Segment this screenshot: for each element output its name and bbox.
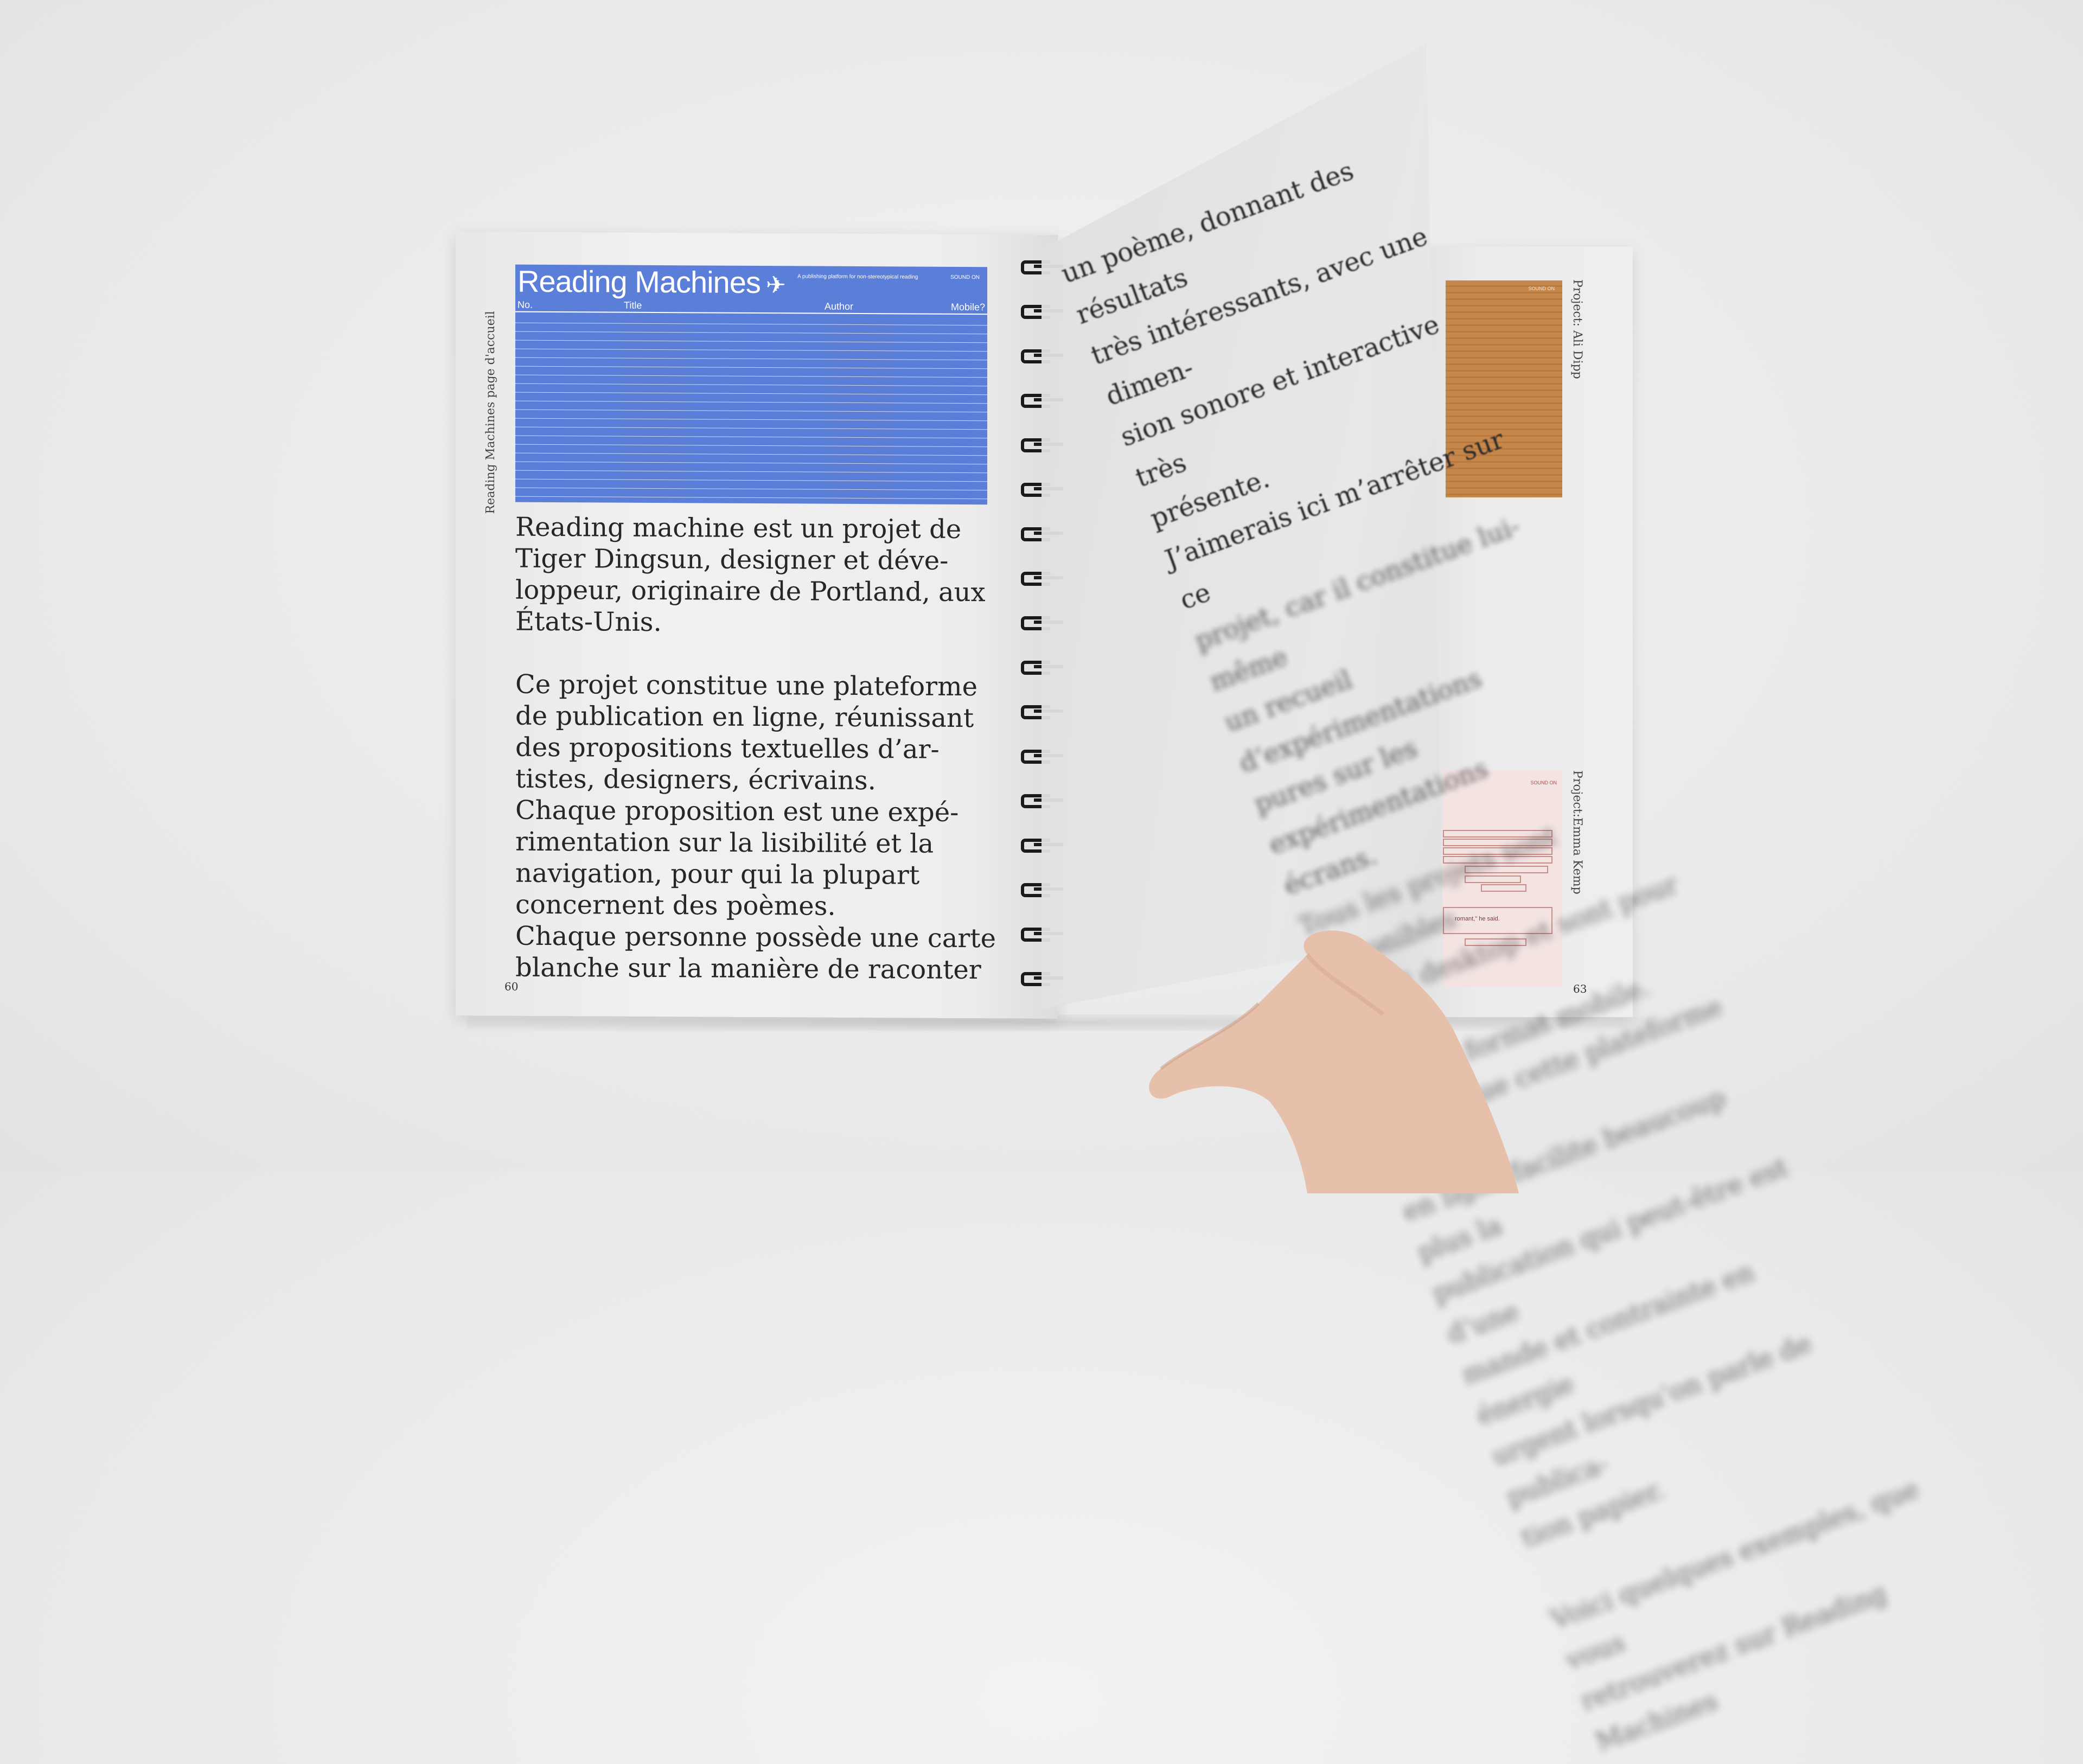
paragraph-carte-blanche: Chaque personne possède une carte blanch… [515, 921, 996, 986]
left-body-text: Reading machine est un projet de Tiger D… [515, 512, 1004, 986]
reading-machines-screenshot: Reading Machines ✈ A publishing platform … [515, 264, 987, 505]
rm-title-text: Reading Machines [517, 264, 761, 300]
project-label-top: Project: Ali Dipp [1570, 279, 1584, 379]
page-number-left: 60 [504, 980, 519, 993]
photo-scene: SOUND ON Project: Ali Dipp SOUND ON roma… [0, 0, 2083, 1757]
col-mobile: Mobile? [950, 301, 985, 313]
rm-site-title: Reading Machines ✈ [517, 265, 785, 301]
rm-table-header: No. Title Author Mobile? [515, 299, 987, 315]
vertical-caption: Reading Machines page d'accueil [484, 311, 497, 514]
col-title: Title [624, 299, 642, 311]
hand-holding-page [1149, 930, 1519, 1193]
rm-sound-toggle: SOUND ON [950, 274, 980, 281]
rm-table-rows [515, 314, 987, 505]
paragraph-platform: Ce projet constitue une plateforme de pu… [515, 669, 978, 796]
left-page: Reading Machines ✈ A publishing platform … [456, 232, 1058, 1019]
paragraph-experiment: Chaque proposition est une expé-rimentat… [515, 795, 959, 922]
rm-tagline: A publishing platform for non-stereotypi… [797, 273, 918, 280]
col-author: Author [825, 301, 854, 312]
orange-caption: SOUND ON [1528, 286, 1555, 291]
paragraph-intro: Reading machine est un projet de Tiger D… [515, 512, 986, 638]
col-no: No. [517, 299, 533, 310]
bird-icon: ✈ [765, 272, 785, 299]
